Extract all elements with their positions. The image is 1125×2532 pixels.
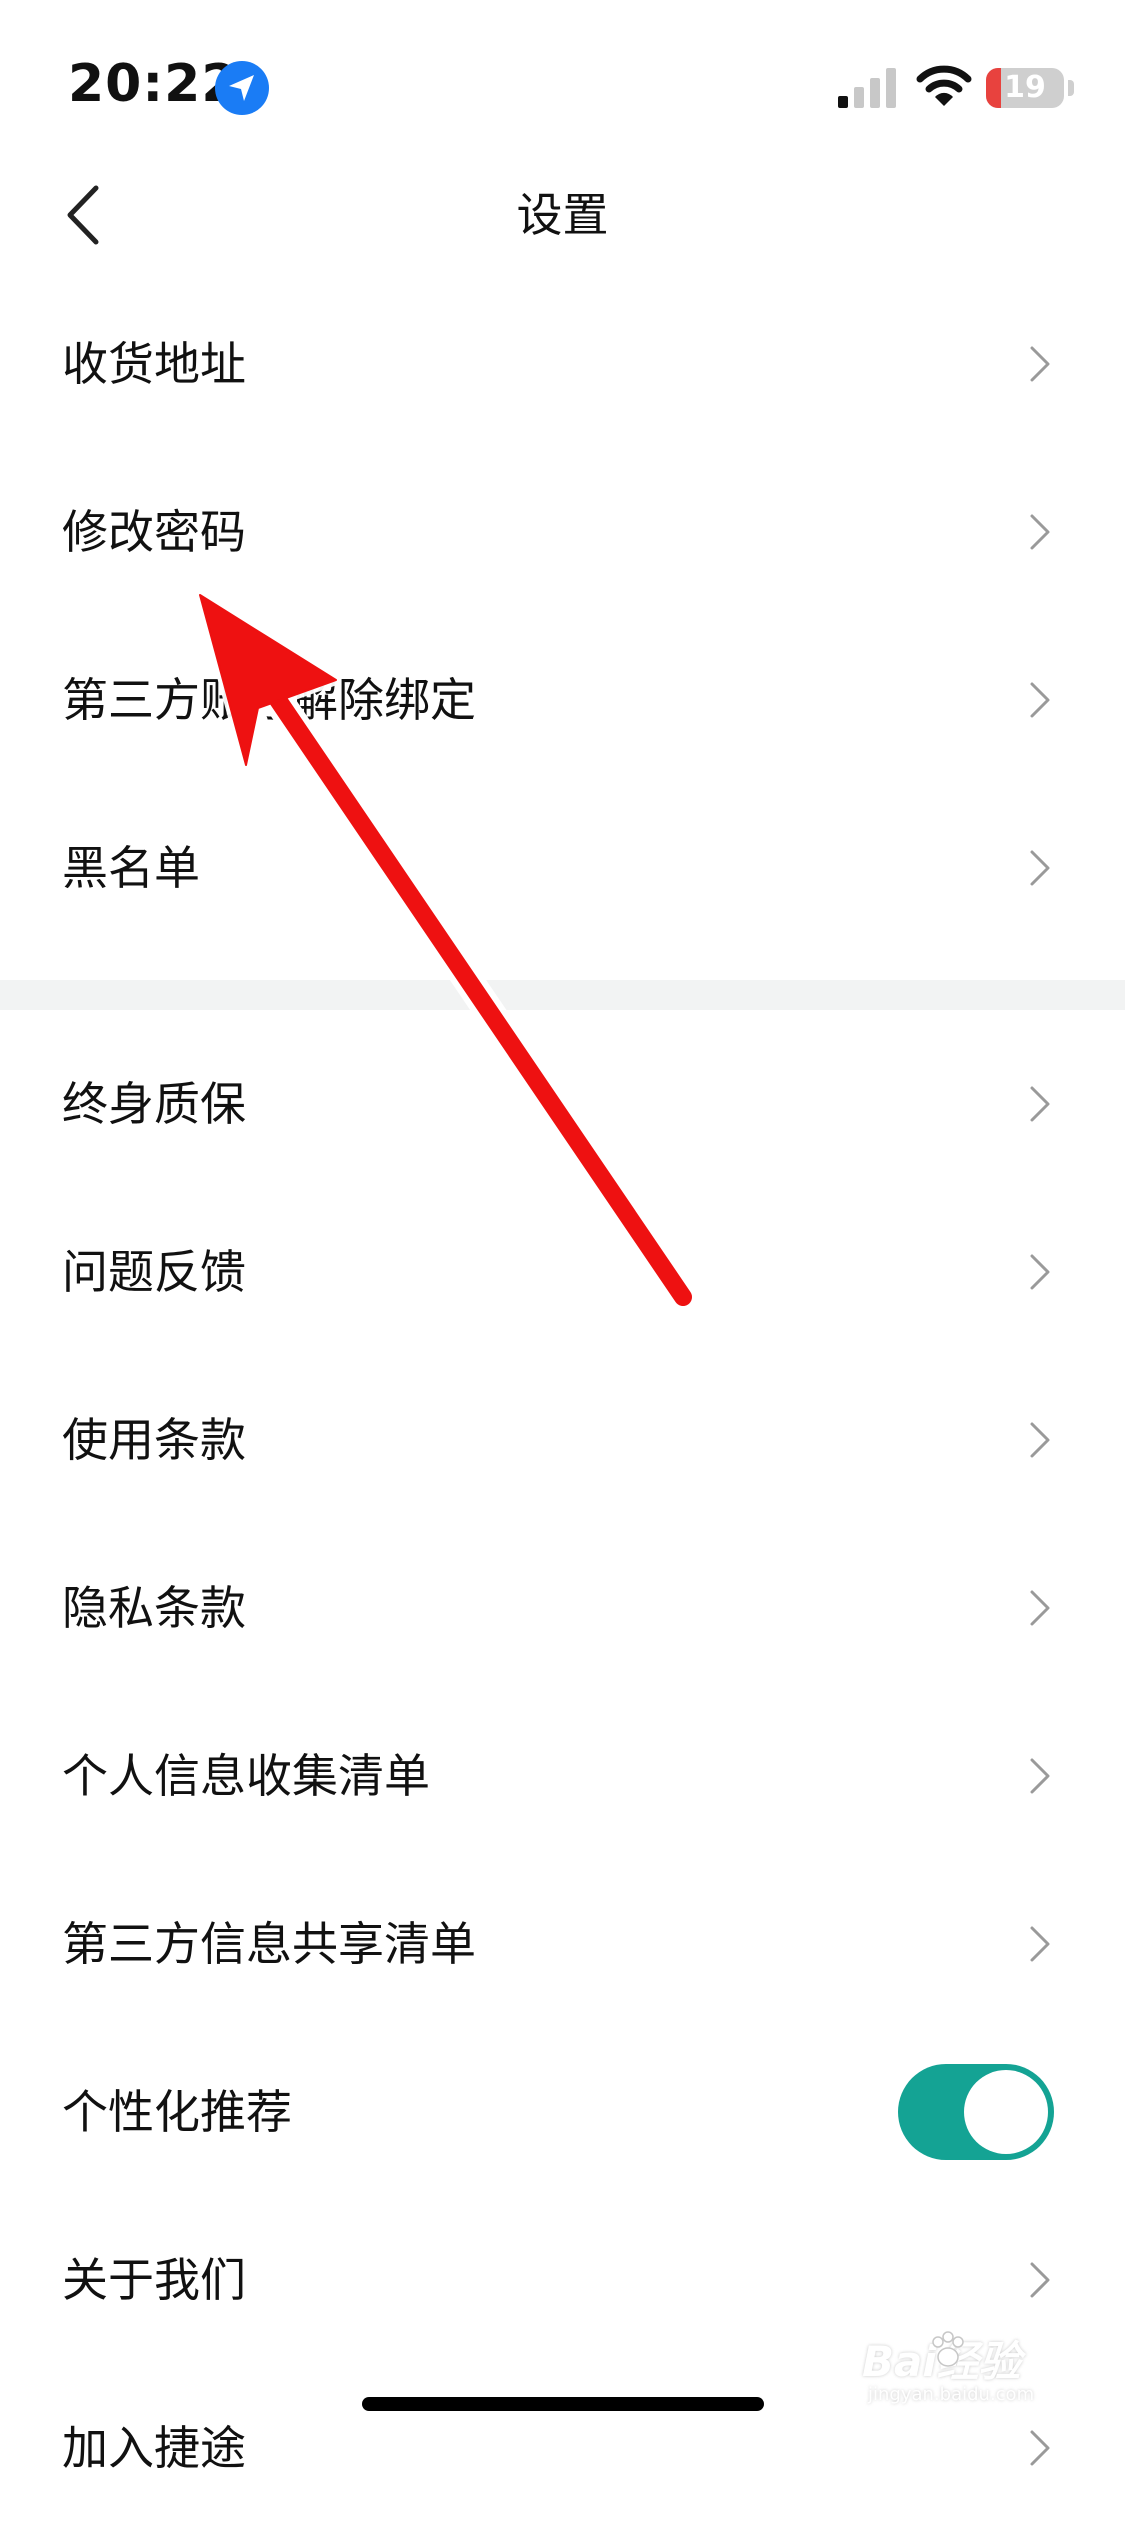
chevron-right-icon (1030, 1926, 1050, 1962)
chevron-right-icon (1030, 514, 1050, 550)
settings-item-personal-info-list[interactable]: 个人信息收集清单 (0, 1692, 1125, 1860)
settings-item-label: 个性化推荐 (62, 2085, 292, 2139)
battery-indicator: 19 (986, 68, 1064, 108)
settings-group-account: 收货地址 修改密码 第三方账号解除绑定 黑名单 (0, 280, 1125, 952)
settings-item-label: 第三方信息共享清单 (62, 1917, 476, 1971)
settings-item-label: 第三方账号解除绑定 (62, 673, 476, 727)
settings-item-label: 问题反馈 (62, 1245, 246, 1299)
settings-item-unbind-third-party[interactable]: 第三方账号解除绑定 (0, 616, 1125, 784)
chevron-right-icon (1030, 1590, 1050, 1626)
status-bar: 20:22 19 (0, 0, 1125, 150)
location-arrow-icon (215, 61, 269, 115)
chevron-right-icon (1030, 1254, 1050, 1290)
settings-item-label: 收货地址 (62, 337, 246, 391)
settings-item-privacy-terms[interactable]: 隐私条款 (0, 1524, 1125, 1692)
home-indicator (362, 2397, 764, 2411)
section-divider (0, 980, 1125, 1010)
battery-cap (1068, 80, 1074, 96)
chevron-right-icon (1030, 1422, 1050, 1458)
paw-icon (932, 2331, 964, 2367)
settings-item-terms-of-use[interactable]: 使用条款 (0, 1356, 1125, 1524)
baidu-jingyan-watermark: Bai经验 jingyan.baidu.com (862, 2322, 1072, 2412)
settings-item-label: 关于我们 (62, 2253, 246, 2307)
page-title: 设置 (516, 188, 609, 242)
battery-percentage: 19 (1004, 70, 1046, 105)
nav-bar: 设置 (0, 150, 1125, 280)
settings-list: 收货地址 修改密码 第三方账号解除绑定 黑名单 终身质保 问题反馈 使用条款 隐… (0, 280, 1125, 2532)
settings-item-third-party-sharing-list[interactable]: 第三方信息共享清单 (0, 1860, 1125, 2028)
settings-item-shipping-address[interactable]: 收货地址 (0, 280, 1125, 448)
settings-item-lifetime-warranty[interactable]: 终身质保 (0, 1020, 1125, 1188)
chevron-right-icon (1030, 2430, 1050, 2466)
cellular-signal-icon (838, 68, 896, 108)
settings-item-label: 终身质保 (62, 1077, 246, 1131)
chevron-right-icon (1030, 682, 1050, 718)
settings-item-label: 黑名单 (62, 841, 200, 895)
settings-group-general: 终身质保 问题反馈 使用条款 隐私条款 个人信息收集清单 第三方信息共享清单 个… (0, 1020, 1125, 2532)
settings-item-label: 使用条款 (62, 1413, 246, 1467)
settings-item-personalized-recommendation: 个性化推荐 (0, 2028, 1125, 2196)
settings-item-blacklist[interactable]: 黑名单 (0, 784, 1125, 952)
chevron-right-icon (1030, 1086, 1050, 1122)
chevron-right-icon (1030, 850, 1050, 886)
wifi-icon (916, 65, 972, 106)
settings-item-feedback[interactable]: 问题反馈 (0, 1188, 1125, 1356)
settings-item-change-password[interactable]: 修改密码 (0, 448, 1125, 616)
settings-item-label: 修改密码 (62, 505, 246, 559)
settings-item-label: 隐私条款 (62, 1581, 246, 1635)
chevron-right-icon (1030, 346, 1050, 382)
settings-item-label: 加入捷途 (62, 2421, 246, 2475)
chevron-right-icon (1030, 2262, 1050, 2298)
personalized-recommendation-toggle[interactable] (898, 2064, 1054, 2160)
status-time: 20:22 (68, 54, 239, 114)
watermark-url: jingyan.baidu.com (868, 2384, 1035, 2405)
toggle-knob (964, 2070, 1048, 2154)
settings-item-label: 个人信息收集清单 (62, 1749, 430, 1803)
chevron-right-icon (1030, 1758, 1050, 1794)
